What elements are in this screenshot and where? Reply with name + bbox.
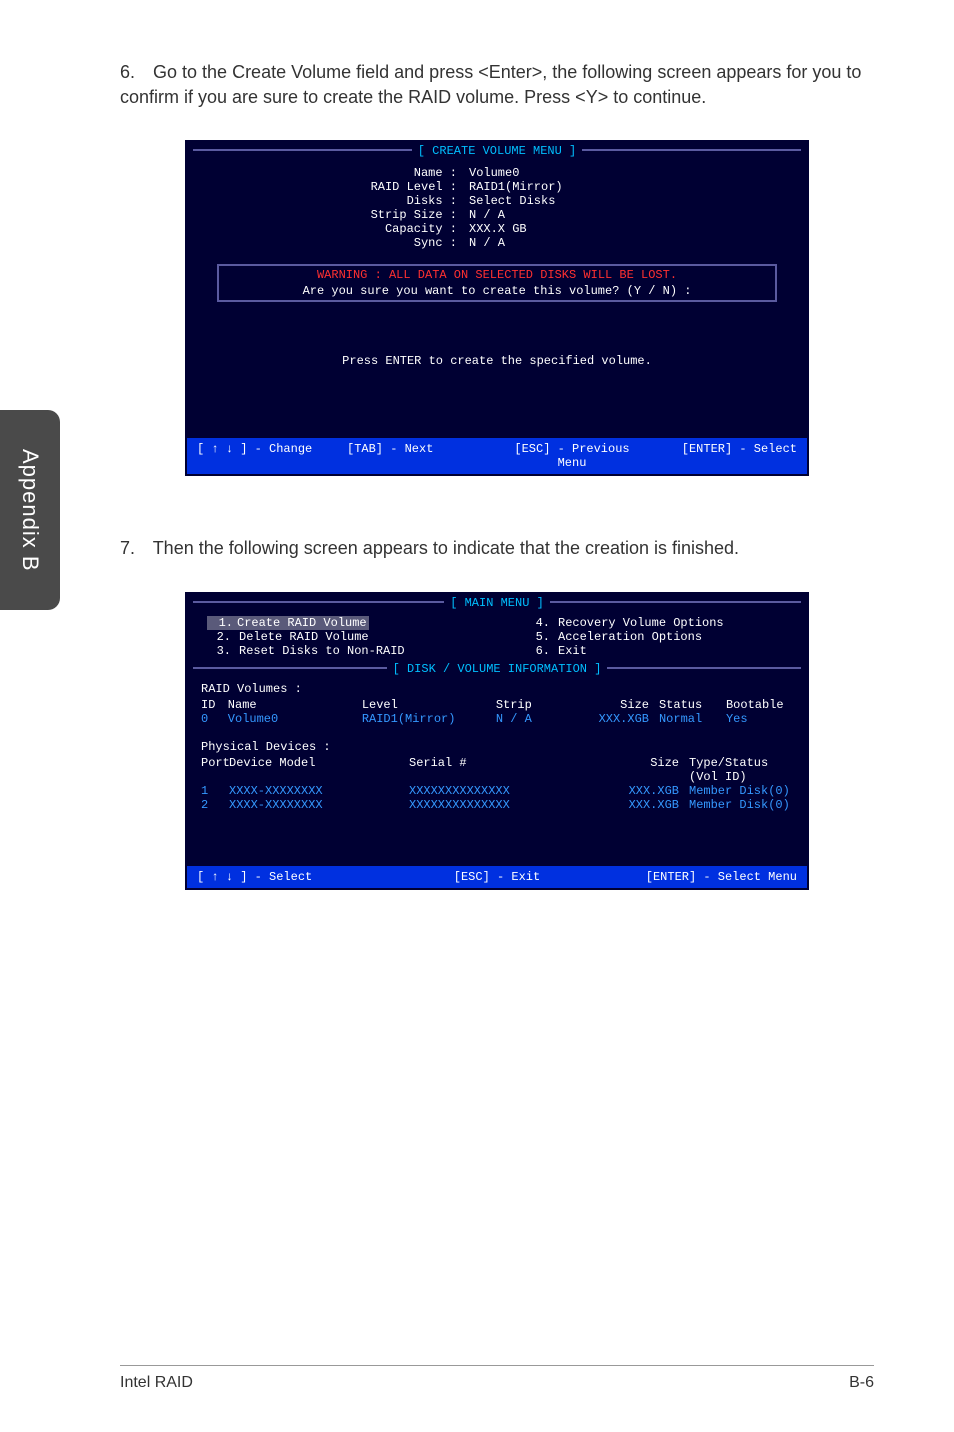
phys-table-row: 2 XXXX-XXXXXXXX XXXXXXXXXXXXXX XXX.XGB M… bbox=[201, 798, 793, 812]
page-footer: Intel RAID B-6 bbox=[120, 1365, 874, 1392]
k-disks: Disks : bbox=[187, 194, 469, 208]
r-boot: Yes bbox=[726, 712, 793, 726]
h-boot: Bootable bbox=[726, 698, 793, 712]
bios1-foot-tab: [TAB] - Next bbox=[347, 442, 497, 470]
k-name: Name : bbox=[187, 166, 469, 180]
k-sync: Sync : bbox=[187, 236, 469, 250]
r-strip: N / A bbox=[496, 712, 563, 726]
raid-volumes-section: RAID Volumes : ID Name Level Strip Size … bbox=[187, 678, 807, 740]
phys-table-head: Port Device Model Serial # Size Type/Sta… bbox=[201, 756, 793, 784]
ph-size-1: XXX.XGB bbox=[589, 798, 689, 812]
menu-2-label: Delete RAID Volume bbox=[239, 630, 369, 644]
bios2-title-info: [ DISK / VOLUME INFORMATION ] bbox=[187, 660, 807, 678]
h-name: Name bbox=[228, 698, 362, 712]
para6-text: Go to the Create Volume field and press … bbox=[120, 62, 861, 107]
v-raid: RAID1(Mirror) bbox=[469, 180, 563, 194]
ph-model-h: Device Model bbox=[229, 756, 409, 784]
bios1-fields: Name :Volume0 RAID Level :RAID1(Mirror) … bbox=[187, 160, 807, 260]
ph-port-1: 2 bbox=[201, 798, 229, 812]
menu-3-label: Reset Disks to Non-RAID bbox=[239, 644, 405, 658]
para7-text: Then the following screen appears to ind… bbox=[153, 538, 739, 558]
para6-num: 6. bbox=[120, 60, 148, 85]
bios2-footer: [ ↑ ↓ ] - Select [ESC] - Exit [ENTER] - … bbox=[187, 866, 807, 888]
h-id: ID bbox=[201, 698, 228, 712]
menu-1-num: 1. bbox=[207, 616, 235, 630]
ph-model-0: XXXX-XXXXXXXX bbox=[229, 784, 409, 798]
bios1-foot-enter: [ENTER] - Select bbox=[647, 442, 797, 470]
ph-port-0: 1 bbox=[201, 784, 229, 798]
r-level: RAID1(Mirror) bbox=[362, 712, 496, 726]
ph-model-1: XXXX-XXXXXXXX bbox=[229, 798, 409, 812]
v-name: Volume0 bbox=[469, 166, 519, 180]
ph-size-0: XXX.XGB bbox=[589, 784, 689, 798]
k-strip: Strip Size : bbox=[187, 208, 469, 222]
v-sync: N / A bbox=[469, 236, 505, 250]
paragraph-7: 7. Then the following screen appears to … bbox=[120, 536, 874, 561]
ph-size-h: Size bbox=[589, 756, 689, 784]
bios2-foot-enter: [ENTER] - Select Menu bbox=[597, 870, 797, 884]
menu-5-label: Acceleration Options bbox=[558, 630, 702, 644]
bios2-title-info-text: [ DISK / VOLUME INFORMATION ] bbox=[387, 662, 608, 676]
ph-serial-1: XXXXXXXXXXXXXX bbox=[409, 798, 589, 812]
menu-2-num: 2. bbox=[207, 630, 239, 644]
ph-type-h: Type/Status (Vol ID) bbox=[689, 756, 793, 784]
menu-3-num: 3. bbox=[207, 644, 239, 658]
v-disks: Select Disks bbox=[469, 194, 555, 208]
menu-5-num: 5. bbox=[526, 630, 558, 644]
r-name: Volume0 bbox=[228, 712, 362, 726]
para7-num: 7. bbox=[120, 536, 148, 561]
h-size: Size bbox=[563, 698, 659, 712]
menu-4-num: 4. bbox=[526, 616, 558, 630]
ph-port-h: Port bbox=[201, 756, 229, 784]
bios1-warning-red: WARNING : ALL DATA ON SELECTED DISKS WIL… bbox=[225, 268, 769, 282]
menu-1-label: Create RAID Volume bbox=[235, 616, 369, 630]
phys-table-row: 1 XXXX-XXXXXXXX XXXXXXXXXXXXXX XXX.XGB M… bbox=[201, 784, 793, 798]
side-tab-label: Appendix B bbox=[17, 449, 43, 572]
raid-table-head: ID Name Level Strip Size Status Bootable bbox=[201, 698, 793, 712]
bios2-title-main: [ MAIN MENU ] bbox=[187, 594, 807, 612]
bios1-footer: [ ↑ ↓ ] - Change [TAB] - Next [ESC] - Pr… bbox=[187, 438, 807, 474]
bios1-warning-white: Are you sure you want to create this vol… bbox=[225, 282, 769, 298]
v-strip: N / A bbox=[469, 208, 505, 222]
k-cap: Capacity : bbox=[187, 222, 469, 236]
menu-6-num: 6. bbox=[526, 644, 558, 658]
h-status: Status bbox=[659, 698, 726, 712]
bios2-foot-select: [ ↑ ↓ ] - Select bbox=[197, 870, 397, 884]
footer-right: B-6 bbox=[849, 1374, 874, 1392]
menu-4-label: Recovery Volume Options bbox=[558, 616, 724, 630]
ph-type-0: Member Disk(0) bbox=[689, 784, 793, 798]
bios-create-volume-screen: [ CREATE VOLUME MENU ] Name :Volume0 RAI… bbox=[185, 140, 809, 476]
raid-table-row: 0 Volume0 RAID1(Mirror) N / A XXX.XGB No… bbox=[201, 712, 793, 726]
bios1-warning-box: WARNING : ALL DATA ON SELECTED DISKS WIL… bbox=[217, 264, 777, 302]
bios2-menu: 1. Create RAID Volume 4. Recovery Volume… bbox=[187, 612, 807, 660]
raid-volumes-label: RAID Volumes : bbox=[201, 682, 793, 696]
ph-type-1: Member Disk(0) bbox=[689, 798, 793, 812]
footer-left: Intel RAID bbox=[120, 1374, 193, 1392]
bios1-instruction: Press ENTER to create the specified volu… bbox=[187, 304, 807, 438]
menu-6-label: Exit bbox=[558, 644, 587, 658]
bios1-foot-change: [ ↑ ↓ ] - Change bbox=[197, 442, 347, 470]
paragraph-6: 6. Go to the Create Volume field and pre… bbox=[120, 60, 874, 110]
bios2-foot-esc: [ESC] - Exit bbox=[397, 870, 597, 884]
bios1-title: [ CREATE VOLUME MENU ] bbox=[187, 142, 807, 160]
h-level: Level bbox=[362, 698, 496, 712]
bios1-foot-esc: [ESC] - Previous Menu bbox=[497, 442, 647, 470]
k-raid: RAID Level : bbox=[187, 180, 469, 194]
phys-label: Physical Devices : bbox=[201, 740, 793, 754]
v-cap: XXX.X GB bbox=[469, 222, 527, 236]
physical-devices-section: Physical Devices : Port Device Model Ser… bbox=[187, 740, 807, 866]
r-id: 0 bbox=[201, 712, 228, 726]
h-strip: Strip bbox=[496, 698, 563, 712]
ph-serial-h: Serial # bbox=[409, 756, 589, 784]
bios2-title-main-text: [ MAIN MENU ] bbox=[444, 596, 550, 610]
bios1-title-text: [ CREATE VOLUME MENU ] bbox=[412, 144, 582, 158]
bios-main-menu-screen: [ MAIN MENU ] 1. Create RAID Volume 4. R… bbox=[185, 592, 809, 890]
r-status: Normal bbox=[659, 712, 726, 726]
r-size: XXX.XGB bbox=[563, 712, 659, 726]
side-tab: Appendix B bbox=[0, 410, 60, 610]
ph-serial-0: XXXXXXXXXXXXXX bbox=[409, 784, 589, 798]
